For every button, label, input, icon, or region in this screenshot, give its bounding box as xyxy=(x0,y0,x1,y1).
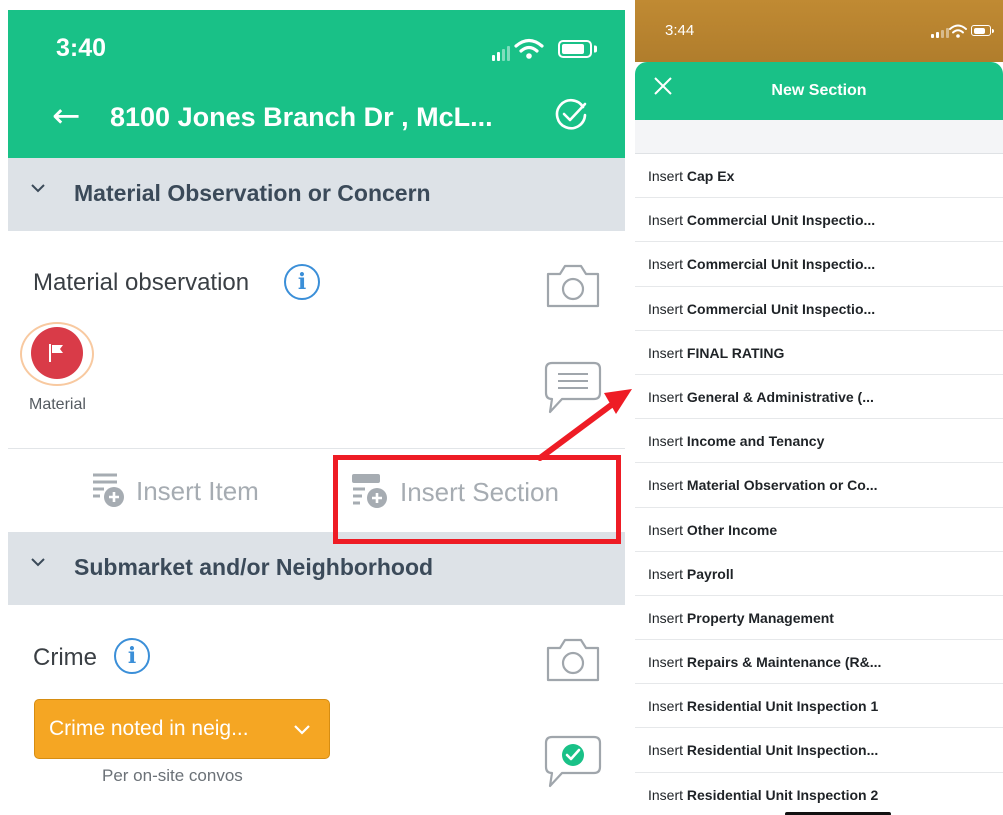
list-item-name: Residential Unit Inspection 1 xyxy=(686,698,879,715)
status-bar: 3:44 xyxy=(635,0,1003,62)
list-item-name: Property Management xyxy=(686,609,834,626)
page-title: 8100 Jones Branch Dr , McL... xyxy=(110,102,493,132)
list-item-prefix: Insert xyxy=(648,477,684,494)
list-item-name: Cap Ex xyxy=(686,168,735,184)
list-item[interactable]: Insert Residential Unit Inspection 2 xyxy=(635,773,1003,815)
nav-bar: New Section xyxy=(635,62,1003,120)
list-item-prefix: Insert xyxy=(648,786,684,803)
list-item-name: Material Observation or Co... xyxy=(686,477,878,494)
list-item-name: Other Income xyxy=(686,521,778,538)
material-flag-button[interactable] xyxy=(20,322,94,386)
list-item-name: Commercial Unit Inspectio... xyxy=(686,256,876,273)
list-item[interactable]: Insert Commercial Unit Inspectio... xyxy=(635,242,1003,287)
list-item-prefix: Insert xyxy=(648,433,684,450)
list-item-prefix: Insert xyxy=(648,212,684,229)
insert-item-button[interactable]: Insert Item xyxy=(90,472,259,510)
list-item[interactable]: Insert Payroll xyxy=(635,552,1003,596)
list-item-name: Commercial Unit Inspectio... xyxy=(686,212,876,229)
list-item-prefix: Insert xyxy=(648,565,684,582)
item-label-crime: Crime xyxy=(33,644,97,671)
battery-icon xyxy=(558,40,597,58)
list-item[interactable]: Insert Other Income xyxy=(635,508,1003,552)
list-item-name: Residential Unit Inspection 2 xyxy=(686,786,879,803)
list-item-name: Commercial Unit Inspectio... xyxy=(686,300,876,317)
info-icon[interactable]: i xyxy=(114,638,150,674)
page-title: New Section xyxy=(771,82,867,99)
list-item[interactable]: Insert Repairs & Maintenance (R&... xyxy=(635,640,1003,685)
list-item-prefix: Insert xyxy=(648,388,684,405)
flag-icon xyxy=(49,344,63,362)
list-item[interactable]: Insert Property Management xyxy=(635,596,1003,641)
info-icon[interactable]: i xyxy=(284,264,320,300)
section-header-material[interactable]: Material Observation or Concern xyxy=(8,158,625,231)
list-item[interactable]: Insert General & Administrative (... xyxy=(635,375,1003,420)
list-item-name: FINAL RATING xyxy=(686,344,785,361)
section-list: Insert Cap Ex Insert Commercial Unit Insp… xyxy=(635,154,1003,815)
list-item-name: Income and Tenancy xyxy=(686,433,825,450)
chevron-down-icon xyxy=(294,725,310,735)
list-item[interactable]: Insert Commercial Unit Inspectio... xyxy=(635,287,1003,331)
crime-select[interactable]: Crime noted in neig... xyxy=(34,699,330,759)
insert-item-label: Insert Item xyxy=(136,475,259,506)
battery-icon xyxy=(971,25,994,36)
list-item[interactable]: Insert Income and Tenancy xyxy=(635,419,1003,464)
back-arrow-icon[interactable]: ← xyxy=(52,96,81,136)
section-title: Material Observation or Concern xyxy=(74,180,431,206)
status-time: 3:44 xyxy=(665,22,695,39)
list-item-name: General & Administrative (... xyxy=(686,388,874,405)
list-item[interactable]: Insert Material Observation or Co... xyxy=(635,463,1003,508)
status-bar: 3:40 xyxy=(8,10,625,80)
right-screen: 3:44 New Section Insert Cap Ex Insert Com… xyxy=(635,0,1003,815)
list-item-prefix: Insert xyxy=(648,168,684,184)
list-item[interactable]: Insert Commercial Unit Inspectio... xyxy=(635,198,1003,243)
chevron-down-icon xyxy=(31,184,45,193)
signal-icon xyxy=(492,46,510,61)
search-bar-area xyxy=(635,120,1003,154)
wifi-icon xyxy=(949,24,967,38)
item-label-material: Material observation xyxy=(33,269,250,296)
check-circle-icon[interactable] xyxy=(554,98,588,132)
list-item-prefix: Insert xyxy=(648,742,684,759)
nav-bar: ← 8100 Jones Branch Dr , McL... xyxy=(8,80,625,158)
crime-select-value: Crime noted in neig... xyxy=(49,717,249,740)
list-item-name: Repairs & Maintenance (R&... xyxy=(686,654,882,671)
comment-check-icon[interactable] xyxy=(542,734,604,790)
list-item-prefix: Insert xyxy=(648,698,684,715)
list-item-prefix: Insert xyxy=(648,256,684,273)
list-item-prefix: Insert xyxy=(648,300,684,317)
list-item[interactable]: Insert Residential Unit Inspection 1 xyxy=(635,684,1003,729)
highlight-box xyxy=(333,455,621,544)
status-time: 3:40 xyxy=(56,34,107,62)
section-title: Submarket and/or Neighborhood xyxy=(74,554,434,580)
list-item-name: Payroll xyxy=(686,565,734,582)
list-item[interactable]: Insert Residential Unit Inspection... xyxy=(635,728,1003,773)
flag-caption: Material xyxy=(29,396,86,413)
list-item-prefix: Insert xyxy=(648,609,684,626)
list-item-prefix: Insert xyxy=(648,654,684,671)
list-item-prefix: Insert xyxy=(648,344,684,361)
comment-icon[interactable] xyxy=(542,360,604,416)
camera-icon[interactable] xyxy=(544,636,602,684)
divider xyxy=(8,448,625,449)
crime-note: Per on-site convos xyxy=(102,766,243,785)
chevron-down-icon xyxy=(31,558,45,567)
camera-icon[interactable] xyxy=(544,262,602,310)
list-item-name: Residential Unit Inspection... xyxy=(686,742,879,759)
signal-icon xyxy=(931,28,949,38)
list-item[interactable]: Insert Cap Ex xyxy=(635,154,1003,199)
left-screen: 3:40 ← 8100 Jones Branch Dr , McL... Mat… xyxy=(8,10,625,815)
insert-item-icon xyxy=(93,473,124,507)
wifi-icon xyxy=(514,38,544,59)
list-item-prefix: Insert xyxy=(648,521,684,538)
list-item[interactable]: Insert FINAL RATING xyxy=(635,331,1003,375)
